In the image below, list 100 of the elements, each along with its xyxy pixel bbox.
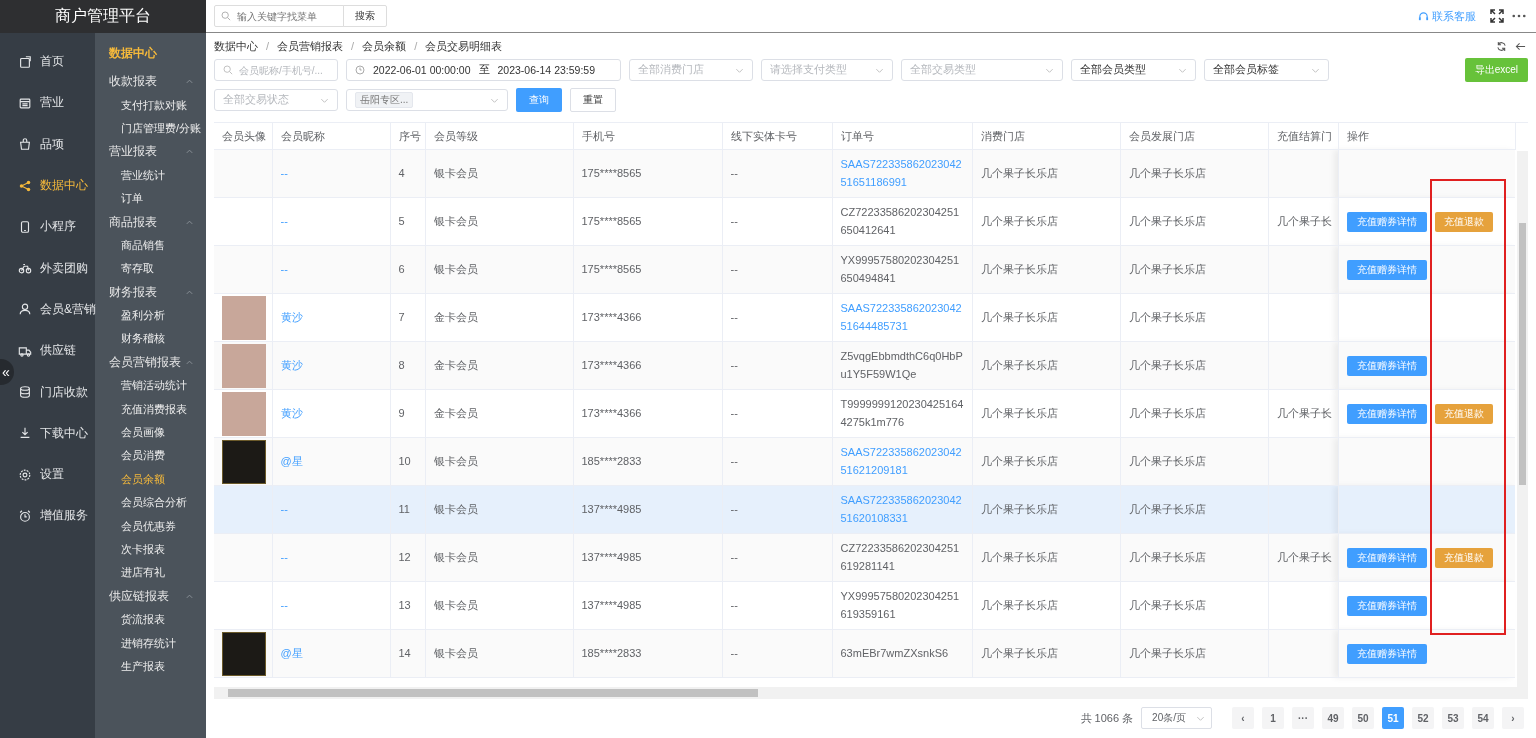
submenu-item[interactable]: 财务稽核 [95,327,206,351]
next-page-button[interactable]: › [1502,707,1524,729]
nav-item[interactable]: 供应链 [18,330,95,372]
region-select-field[interactable]: 岳阳专区... [346,89,508,111]
table-cell: Z5vqgEbbmdthC6q0HbPu1Y5F59W1Qe [832,341,972,390]
table-cell: 几个果子长乐店 [972,341,1120,390]
submenu-item[interactable]: 支付打款对账 [95,93,206,117]
collapse-button[interactable]: « [0,359,14,385]
submenu-group[interactable]: 供应链报表 [95,584,206,608]
submenu-item[interactable]: 生产报表 [95,654,206,679]
table-cell: 金卡会员 [425,341,573,390]
submenu-group[interactable]: 营业报表 [95,140,206,164]
table-cell: 几个果子长乐店 [1120,485,1268,534]
nav-item[interactable]: 外卖团购 [18,247,95,289]
submenu-group[interactable]: 会员营销报表 [95,350,206,375]
menu-search-field[interactable]: 输入关键字找菜单 [214,5,344,27]
database-icon [18,385,32,399]
breadcrumb-item[interactable]: 数据中心 [214,38,258,54]
refresh-icon[interactable] [1496,40,1507,52]
nav-item[interactable]: 营业 [18,82,95,124]
table-cell: 63mEBr7wmZXsnkS6 [832,629,972,678]
table-cell: 9 [390,389,425,438]
horizontal-scrollbar[interactable] [214,687,1528,699]
submenu-item[interactable]: 营业统计 [95,163,206,187]
vertical-scrollbar[interactable] [1517,151,1528,687]
table-cell: CZ72233586202304251650412641 [832,197,972,246]
nav-item[interactable]: 品项 [18,123,95,165]
date-range-picker[interactable]: 2022-06-01 00:00:00 至 2023-06-14 23:59:59 [346,59,621,81]
submenu-item[interactable]: 货流报表 [95,608,206,632]
breadcrumb-item[interactable]: 会员营销报表 [277,38,344,54]
table-cell: 几个果子长 [1268,533,1338,582]
table-cell: 11 [390,485,425,534]
table-cell: 几个果子长乐店 [972,437,1120,486]
menu-search-input[interactable]: 输入关键字找菜单 [237,10,337,22]
page-size-select[interactable]: 20条/页 [1141,707,1212,729]
page-button[interactable]: 53 [1442,707,1464,729]
nav-item[interactable]: 门店收款 [18,371,95,413]
table-cell: 185****2833 [573,629,722,678]
nav-item[interactable]: 小程序 [18,206,95,248]
breadcrumb-item[interactable]: 会员余额 [362,38,407,54]
submenu-item[interactable]: 寄存取 [95,257,206,281]
table-cell: -- [722,629,832,678]
nav-item[interactable]: 下载中心 [18,412,95,454]
submenu-item[interactable]: 次卡报表 [95,537,206,562]
column-header: 线下实体卡号 [722,123,832,150]
headset-icon[interactable] [1418,10,1429,22]
nav-item[interactable]: 首页 [18,41,95,83]
more-icon[interactable] [1512,14,1526,18]
nav-item[interactable]: 增值服务 [18,495,95,537]
submenu-item[interactable]: 门店管理费/分账 [95,116,206,141]
page-button[interactable]: 52 [1412,707,1434,729]
select-field[interactable]: 全部会员类型 [1071,59,1196,81]
table-cell: 4 [390,149,425,198]
submenu-item[interactable]: 进店有礼 [95,561,206,585]
submenu-item[interactable]: 会员余额 [95,467,206,492]
submenu-item[interactable]: 盈利分析 [95,303,206,328]
page-button[interactable]: 50 [1352,707,1374,729]
submenu-group[interactable]: 财务报表 [95,280,206,304]
phone-icon [18,219,32,234]
submenu-item[interactable]: 会员消费 [95,444,206,468]
page-button[interactable]: 1 [1262,707,1284,729]
table-cell: 185****2833 [573,437,722,486]
table-cell: 金卡会员 [425,293,573,342]
nav-item[interactable]: 设置 [18,453,95,496]
home-icon [18,54,32,69]
submenu-group[interactable]: 商品报表 [95,210,206,234]
table-cell: -- [722,149,832,198]
table-cell: CZ72233586202304251619281141 [832,533,972,582]
submenu-item[interactable]: 进销存统计 [95,631,206,655]
table-cell: 7 [390,293,425,342]
submenu-group[interactable]: 收款报表 [95,70,206,94]
table-cell: 12 [390,533,425,582]
submenu-item[interactable]: 会员优惠券 [95,514,206,538]
submenu-item[interactable]: 充值消费报表 [95,397,206,421]
table-cell: 几个果子长乐店 [972,293,1120,342]
page-button[interactable]: 49 [1322,707,1344,729]
search-button[interactable]: 搜索 [343,5,387,27]
table-cell: 137****4985 [573,533,722,582]
search-icon [221,11,231,21]
previous-page-button[interactable]: ‹ [1232,707,1254,729]
nav-item[interactable]: 数据中心 [18,164,95,207]
submenu-item[interactable]: 营销活动统计 [95,374,206,398]
page-button[interactable]: 54 [1472,707,1494,729]
submenu-item[interactable]: 会员综合分析 [95,491,206,515]
column-header: 充值结算门 [1268,123,1338,150]
back-arrow-icon[interactable] [1515,40,1526,52]
fullscreen-icon[interactable] [1490,9,1504,23]
reset-button[interactable]: 重置 [570,88,616,112]
submenu-item[interactable]: 订单 [95,186,206,211]
submenu-item[interactable]: 会员画像 [95,420,206,445]
page-button[interactable]: ··· [1292,707,1314,729]
table-cell: 银卡会员 [425,245,573,294]
nav-item[interactable]: 会员&营销 [18,288,95,331]
table-cell: -- [722,533,832,582]
submenu-item[interactable]: 商品销售 [95,233,206,258]
settings-icon [18,467,32,482]
member-search-field[interactable]: 会员昵称/手机号/... [214,59,338,81]
breadcrumb-separator: / [414,40,418,52]
select-field[interactable]: 全部会员标签 [1204,59,1329,81]
table-cell: YX99957580202304251619359161 [832,581,972,630]
